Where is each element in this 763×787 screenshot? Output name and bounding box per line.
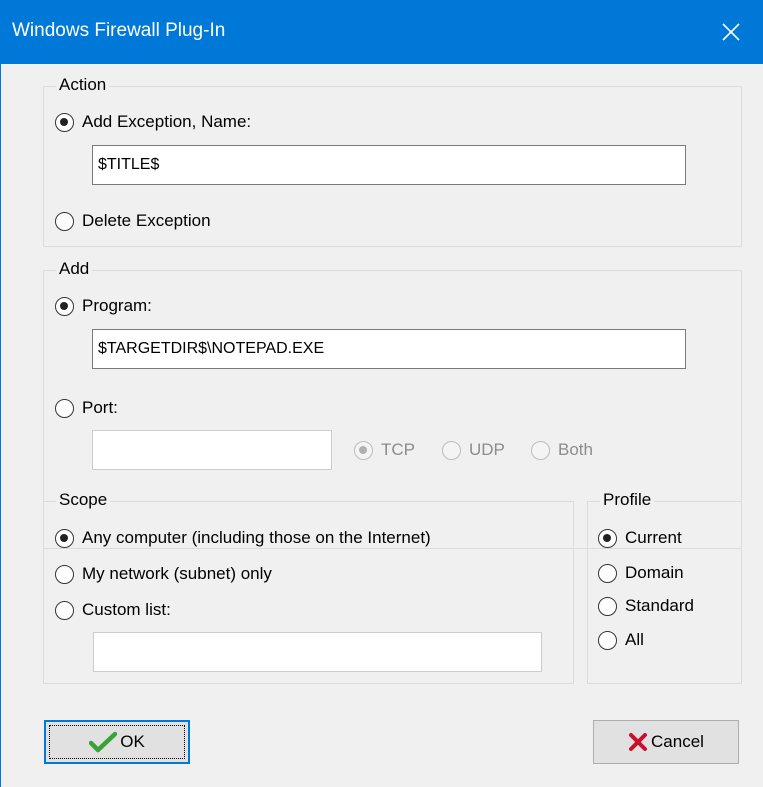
profile-standard-label: Standard xyxy=(625,596,694,615)
profile-standard-radio[interactable]: Standard xyxy=(598,596,694,616)
green-checkmark-icon xyxy=(89,731,118,753)
delete-exception-label: Delete Exception xyxy=(82,211,211,230)
profile-current-radio-dot[interactable] xyxy=(598,528,617,548)
red-x-icon xyxy=(629,733,648,751)
profile-standard-radio-dot[interactable] xyxy=(598,596,617,616)
protocol-udp-radio[interactable]: UDP xyxy=(442,440,505,460)
protocol-both-label: Both xyxy=(558,440,593,459)
cancel-label: Cancel xyxy=(651,732,704,751)
add-exception-radio-dot[interactable] xyxy=(55,112,74,132)
dialog-body: Action Add Exception, Name: $TITLE$ Dele… xyxy=(1,64,762,786)
profile-legend: Profile xyxy=(600,490,655,510)
scope-custom-list-label: Custom list: xyxy=(82,600,171,619)
scope-any-computer-label: Any computer (including those on the Int… xyxy=(82,528,431,547)
port-radio-dot[interactable] xyxy=(55,398,74,418)
custom-list-input[interactable] xyxy=(93,632,542,672)
scope-my-network-radio-dot[interactable] xyxy=(55,564,74,584)
scope-any-computer-radio[interactable]: Any computer (including those on the Int… xyxy=(55,528,431,548)
close-button[interactable] xyxy=(699,0,763,64)
program-label: Program: xyxy=(82,296,152,315)
exception-name-input[interactable]: $TITLE$ xyxy=(92,145,686,185)
protocol-both-radio[interactable]: Both xyxy=(531,440,593,460)
scope-my-network-label: My network (subnet) only xyxy=(82,564,272,583)
port-radio[interactable]: Port: xyxy=(55,398,118,418)
port-input[interactable] xyxy=(92,430,332,470)
scope-group: Scope Any computer (including those on t… xyxy=(43,490,574,684)
action-group: Action Add Exception, Name: $TITLE$ Dele… xyxy=(43,75,742,247)
scope-custom-list-radio[interactable]: Custom list: xyxy=(55,600,171,620)
program-radio[interactable]: Program: xyxy=(55,296,152,316)
profile-current-radio[interactable]: Current xyxy=(598,528,682,548)
profile-domain-radio-dot[interactable] xyxy=(598,563,617,583)
scope-my-network-radio[interactable]: My network (subnet) only xyxy=(55,564,272,584)
cancel-button[interactable]: Cancel xyxy=(593,720,739,764)
window-title: Windows Firewall Plug-In xyxy=(12,20,226,41)
profile-domain-radio[interactable]: Domain xyxy=(598,563,684,583)
action-legend: Action xyxy=(56,75,110,95)
protocol-tcp-radio[interactable]: TCP xyxy=(354,440,415,460)
add-exception-label: Add Exception, Name: xyxy=(82,112,252,131)
profile-current-label: Current xyxy=(625,528,682,547)
ok-button-focus: OK xyxy=(49,725,185,759)
profile-all-radio-dot[interactable] xyxy=(598,630,617,650)
profile-all-radio[interactable]: All xyxy=(598,630,644,650)
protocol-udp-radio-dot[interactable] xyxy=(442,440,461,460)
profile-domain-label: Domain xyxy=(625,563,684,582)
add-exception-radio[interactable]: Add Exception, Name: xyxy=(55,112,251,132)
scope-custom-list-radio-dot[interactable] xyxy=(55,600,74,620)
close-icon xyxy=(722,23,740,41)
title-bar: Windows Firewall Plug-In xyxy=(0,0,763,64)
delete-exception-radio-dot[interactable] xyxy=(55,211,74,231)
ok-label: OK xyxy=(120,732,145,751)
protocol-tcp-radio-dot[interactable] xyxy=(354,440,373,460)
delete-exception-radio[interactable]: Delete Exception xyxy=(55,211,211,231)
ok-button[interactable]: OK xyxy=(44,720,190,764)
program-path-input[interactable]: $TARGETDIR$\NOTEPAD.EXE xyxy=(92,329,686,369)
port-label: Port: xyxy=(82,398,118,417)
profile-all-label: All xyxy=(625,630,644,649)
program-radio-dot[interactable] xyxy=(55,296,74,316)
scope-any-computer-radio-dot[interactable] xyxy=(55,528,74,548)
protocol-udp-label: UDP xyxy=(469,440,505,459)
profile-group: Profile Current Domain Standard All xyxy=(587,490,742,684)
protocol-both-radio-dot[interactable] xyxy=(531,440,550,460)
add-legend: Add xyxy=(56,259,93,279)
protocol-tcp-label: TCP xyxy=(381,440,415,459)
scope-legend: Scope xyxy=(56,490,111,510)
